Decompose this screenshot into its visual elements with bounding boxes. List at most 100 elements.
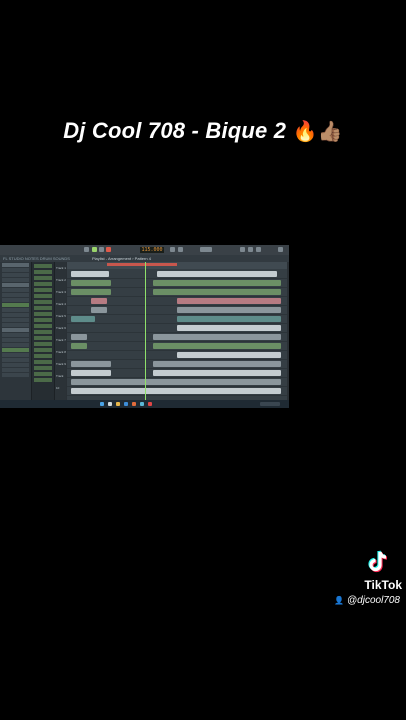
- track-label: Track 6: [56, 326, 66, 330]
- pattern-clip: [157, 271, 277, 277]
- browser-item: [2, 308, 29, 312]
- playlist-lane: [67, 387, 287, 396]
- browser-item: [2, 263, 29, 267]
- channel: [34, 348, 52, 352]
- browser-item: [2, 288, 29, 292]
- playlist-lane: [67, 342, 287, 351]
- pattern-button: [84, 247, 89, 252]
- fl-hint-bar: FL STUDIO NOTES DRUM SOUNDS Playlist - A…: [0, 255, 289, 262]
- track-label: Track 4: [56, 302, 66, 306]
- track-label: Track 8: [56, 350, 66, 354]
- track-headers: Track 1 Track 2 Track 3 Track 4 Track 5 …: [55, 262, 66, 400]
- tool-button: [170, 247, 175, 252]
- pattern-clip: [153, 289, 281, 295]
- channel: [34, 354, 52, 358]
- playlist-lane: [67, 369, 287, 378]
- playlist-lane: [67, 279, 287, 288]
- browser-item: [2, 333, 29, 337]
- track-label: Track 9: [56, 362, 66, 366]
- playlist-lane: [67, 306, 287, 315]
- track-label: Track 1: [56, 266, 66, 270]
- pattern-clip: [71, 388, 281, 394]
- browser-item: [2, 343, 29, 347]
- play-button: [92, 247, 97, 252]
- fire-thumbs-up-emoji: 🔥👍🏽: [292, 119, 343, 143]
- channel: [34, 336, 52, 340]
- pattern-clip: [153, 334, 281, 340]
- caption-text: Dj Cool 708 - Bique 2: [63, 118, 287, 143]
- start-icon: [100, 402, 104, 406]
- pattern-clip: [177, 325, 281, 331]
- channel: [34, 282, 52, 286]
- browser-panel: [0, 262, 32, 400]
- pattern-clip: [71, 379, 281, 385]
- channel: [34, 294, 52, 298]
- playlist-title: Playlist - Arrangement › Pattern 4: [92, 256, 151, 261]
- channel-rack: [32, 262, 55, 400]
- browser-item: [2, 373, 29, 377]
- pattern-clip: [153, 280, 281, 286]
- pattern-clip: [153, 343, 281, 349]
- tempo-display: 115.000: [140, 247, 164, 253]
- browser-item: [2, 363, 29, 367]
- loop-region: [107, 263, 177, 266]
- channel: [34, 366, 52, 370]
- browser-item: [2, 298, 29, 302]
- channel: [34, 378, 52, 382]
- playlist-lane: [67, 333, 287, 342]
- playlist-lane: [67, 297, 287, 306]
- pattern-clip: [71, 289, 111, 295]
- browser-item: [2, 313, 29, 317]
- browser-item: [2, 268, 29, 272]
- playlist-lane: [67, 270, 287, 279]
- track-label: Track 7: [56, 338, 66, 342]
- track-label: Track 10: [56, 374, 64, 390]
- tool-button: [256, 247, 261, 252]
- playlist-lane: [67, 324, 287, 333]
- cpu-meter: [200, 247, 212, 252]
- pattern-clip: [153, 370, 281, 376]
- playlist-lane: [67, 315, 287, 324]
- pattern-clip: [71, 343, 87, 349]
- tiktok-username: 👤 @djcool708: [330, 595, 400, 606]
- browser-item: [2, 368, 29, 372]
- channel: [34, 372, 52, 376]
- browser-item: [2, 358, 29, 362]
- track-label: Track 5: [56, 314, 66, 318]
- video-caption: Dj Cool 708 - Bique 2 🔥👍🏽: [0, 118, 406, 144]
- pattern-clip: [71, 316, 95, 322]
- browser-item: [2, 318, 29, 322]
- playlist-lane: [67, 288, 287, 297]
- tiktok-logo-icon: [368, 550, 388, 573]
- fl-studio-icon: [132, 402, 136, 406]
- username-text: @djcool708: [347, 595, 400, 606]
- channel: [34, 270, 52, 274]
- browser-item: [2, 273, 29, 277]
- playlist-lane: [67, 360, 287, 369]
- pattern-clip: [177, 298, 281, 304]
- channel: [34, 306, 52, 310]
- browser-item: [2, 328, 29, 332]
- pattern-clip: [177, 307, 281, 313]
- tool-button: [240, 247, 245, 252]
- pattern-clip: [91, 307, 107, 313]
- track-label: Track 3: [56, 290, 66, 294]
- channel: [34, 276, 52, 280]
- browser-item: [2, 348, 29, 352]
- browser-item: [2, 293, 29, 297]
- channel: [34, 318, 52, 322]
- app-icon: [148, 402, 152, 406]
- pattern-clip: [91, 298, 107, 304]
- playhead: [145, 262, 146, 400]
- track-label: Track 2: [56, 278, 66, 282]
- pattern-clip: [153, 361, 281, 367]
- channel: [34, 330, 52, 334]
- tiktok-wordmark: TikTok: [364, 578, 402, 592]
- playlist-arrangement: [67, 262, 287, 400]
- app-icon: [140, 402, 144, 406]
- fl-studio-screenshot: 115.000 FL STUDIO NOTES DRUM SOUNDS Play…: [0, 245, 289, 408]
- channel: [34, 342, 52, 346]
- pattern-clip: [71, 271, 109, 277]
- system-tray: [260, 402, 280, 406]
- pattern-clip: [177, 352, 281, 358]
